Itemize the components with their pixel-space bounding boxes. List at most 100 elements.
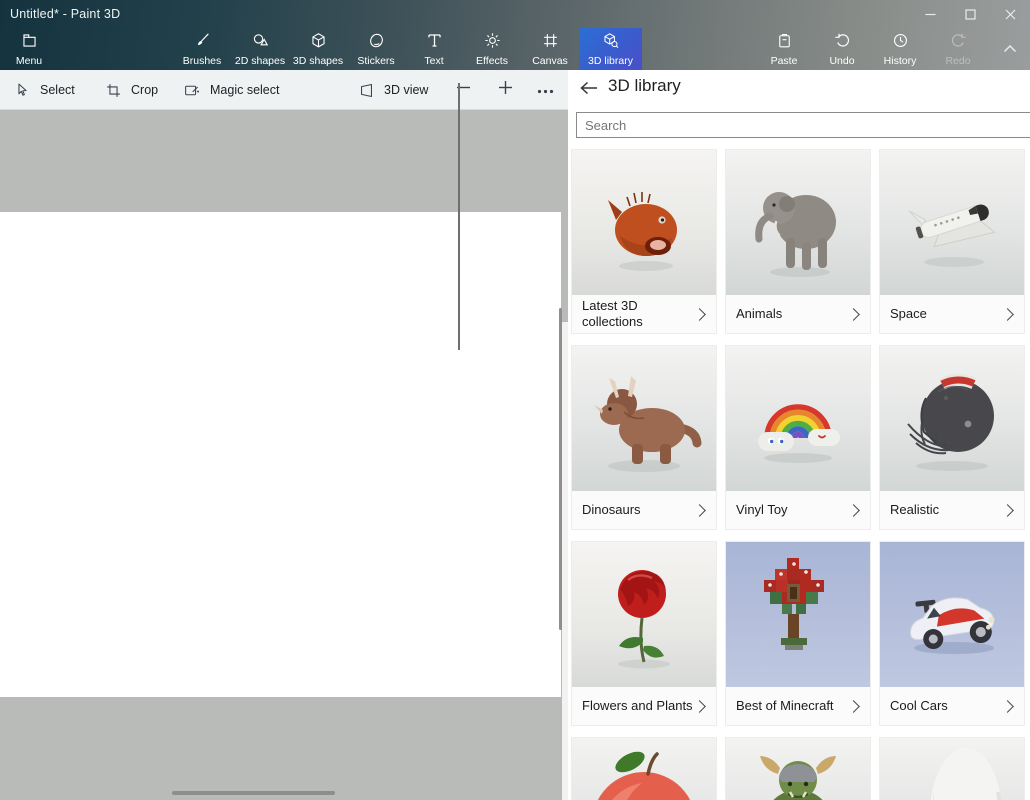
fish-model	[572, 150, 716, 295]
card-realistic[interactable]: Realistic	[880, 346, 1024, 529]
category-grid: Latest 3D collections	[572, 150, 1024, 800]
chevron-right-icon	[847, 308, 860, 321]
rainbow-toy-model	[726, 346, 870, 491]
tab-label: Brushes	[183, 56, 222, 67]
category-label: Animals	[736, 306, 849, 322]
card-latest-3d-collections[interactable]: Latest 3D collections	[572, 150, 716, 333]
2d-shapes-icon	[251, 31, 270, 53]
panel-title: 3D library	[608, 76, 681, 96]
panel-vertical-scrollbar[interactable]	[458, 83, 460, 350]
minecraft-tree-model	[726, 542, 870, 687]
maximize-icon	[965, 9, 976, 20]
paint3d-window: Untitled* - Paint 3D	[0, 0, 1030, 800]
card-label-row: Animals	[726, 295, 870, 333]
chevron-right-icon	[847, 504, 860, 517]
minimize-button[interactable]	[910, 0, 950, 28]
card-animals[interactable]: Animals	[726, 150, 870, 333]
tab-3d-library[interactable]: 3D library	[579, 28, 642, 70]
tab-3d-shapes[interactable]: 3D shapes	[289, 28, 347, 70]
paste-button[interactable]: Paste	[755, 28, 813, 70]
category-label: Best of Minecraft	[736, 698, 849, 714]
undo-button[interactable]: Undo	[813, 28, 871, 70]
category-label: Dinosaurs	[582, 502, 695, 518]
card-label-row: Flowers and Plants	[572, 687, 716, 725]
apple-model	[572, 738, 716, 800]
chevron-right-icon	[693, 504, 706, 517]
tool-label: Undo	[829, 56, 854, 67]
canvas-horizontal-scrollbar[interactable]	[172, 791, 335, 795]
drawing-canvas[interactable]	[0, 212, 561, 697]
arrow-left-icon	[580, 81, 598, 100]
card-best-of-minecraft[interactable]: Best of Minecraft	[726, 542, 870, 725]
card-image	[726, 150, 870, 295]
canvas-work-area	[0, 110, 568, 800]
canvas-vertical-scrollbar[interactable]	[559, 308, 562, 630]
menu-icon	[20, 31, 39, 53]
chevron-right-icon	[1001, 308, 1014, 321]
category-label: Latest 3D collections	[582, 298, 695, 331]
card-mannequin-head[interactable]	[880, 738, 1024, 800]
collapse-ribbon-button[interactable]	[996, 36, 1024, 62]
space-shuttle-model	[880, 150, 1024, 295]
card-dinosaurs[interactable]: Dinosaurs	[572, 346, 716, 529]
3d-library-icon	[601, 31, 620, 53]
tab-effects[interactable]: Effects	[463, 28, 521, 70]
chevron-right-icon	[847, 700, 860, 713]
card-image	[572, 542, 716, 687]
3d-view-tool[interactable]: 3D view	[358, 70, 428, 110]
card-ogre[interactable]	[726, 738, 870, 800]
tab-stickers[interactable]: Stickers	[347, 28, 405, 70]
zoom-in-plus-icon	[498, 80, 513, 100]
magic-select-label: Magic select	[210, 83, 279, 97]
card-image	[572, 346, 716, 491]
ribbon: Menu Brushes 2D shapes	[0, 28, 1030, 70]
zoom-in-button[interactable]	[490, 70, 520, 110]
elephant-model	[726, 150, 870, 295]
history-button[interactable]: History	[871, 28, 929, 70]
card-space[interactable]: Space	[880, 150, 1024, 333]
card-label-row: Dinosaurs	[572, 491, 716, 529]
ribbon-right-tools: Paste Undo History	[755, 28, 987, 70]
card-vinyl-toy[interactable]: Vinyl Toy	[726, 346, 870, 529]
card-label-row: Realistic	[880, 491, 1024, 529]
chevron-right-icon	[1001, 504, 1014, 517]
card-image	[572, 150, 716, 295]
tab-label: Text	[424, 56, 443, 67]
tool-label: Paste	[771, 56, 798, 67]
card-label-row: Cool Cars	[880, 687, 1024, 725]
card-image	[880, 542, 1024, 687]
maximize-button[interactable]	[950, 0, 990, 28]
paste-icon	[775, 31, 794, 53]
effects-sun-icon	[483, 31, 502, 53]
category-label: Vinyl Toy	[736, 502, 849, 518]
card-cool-cars[interactable]: Cool Cars	[880, 542, 1024, 725]
cursor-icon	[14, 82, 31, 99]
tab-brushes[interactable]: Brushes	[173, 28, 231, 70]
tab-canvas[interactable]: Canvas	[521, 28, 579, 70]
back-button[interactable]	[576, 78, 602, 102]
mannequin-head-model	[880, 738, 1024, 800]
tab-label: 3D shapes	[293, 56, 343, 67]
rose-model	[572, 542, 716, 687]
card-flowers-and-plants[interactable]: Flowers and Plants	[572, 542, 716, 725]
select-tool[interactable]: Select	[14, 70, 75, 110]
card-label-row: Space	[880, 295, 1024, 333]
category-label: Space	[890, 306, 1003, 322]
zoom-out-button[interactable]	[448, 70, 478, 110]
text-icon	[425, 31, 444, 53]
crop-tool[interactable]: Crop	[105, 70, 158, 110]
menu-button[interactable]: Menu	[6, 28, 52, 70]
window-controls	[910, 0, 1030, 28]
tool-label: Redo	[945, 56, 970, 67]
card-image	[572, 738, 716, 800]
redo-button[interactable]: Redo	[929, 28, 987, 70]
search-input[interactable]	[576, 112, 1030, 138]
card-image	[726, 346, 870, 491]
card-apple[interactable]	[572, 738, 716, 800]
tab-2d-shapes[interactable]: 2D shapes	[231, 28, 289, 70]
tab-text[interactable]: Text	[405, 28, 463, 70]
menu-label: Menu	[16, 56, 42, 67]
magic-select-tool[interactable]: Magic select	[183, 70, 279, 110]
close-button[interactable]	[990, 0, 1030, 28]
more-options-button[interactable]	[530, 70, 560, 110]
